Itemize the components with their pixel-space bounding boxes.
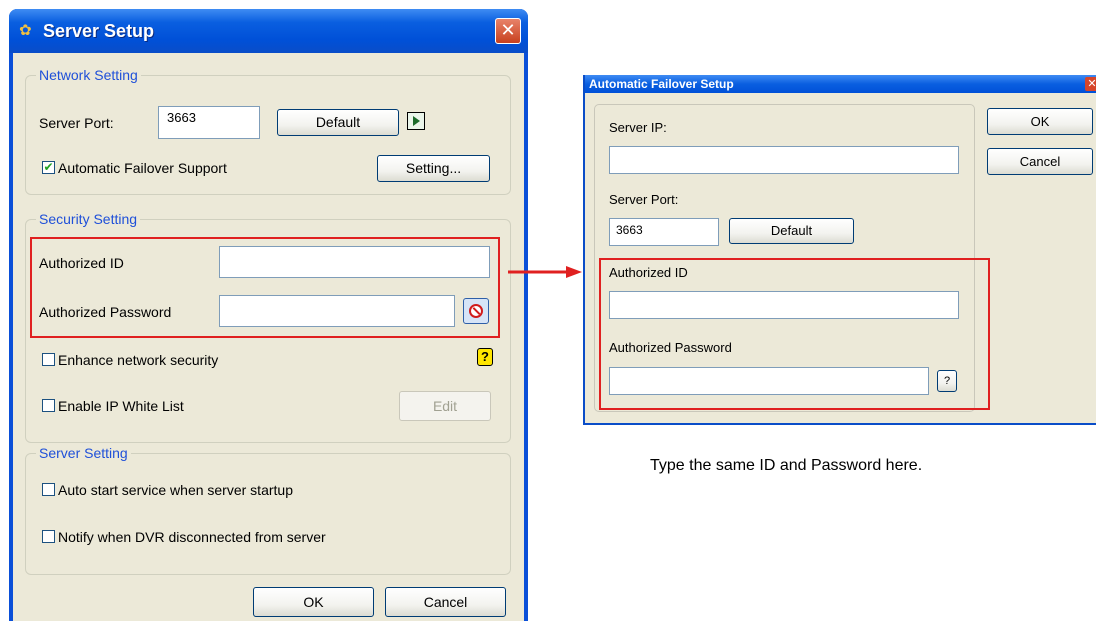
cancel-button[interactable]: Cancel xyxy=(385,587,506,617)
failover-title-bar[interactable]: Automatic Failover Setup ✕ xyxy=(585,75,1096,93)
ok-button[interactable]: OK xyxy=(253,587,374,617)
enhance-security-checkbox[interactable] xyxy=(42,353,55,366)
failover-server-port-label: Server Port: xyxy=(609,192,679,207)
window-title: Server Setup xyxy=(43,21,155,41)
failover-setup-window: Automatic Failover Setup ✕ Server IP: Se… xyxy=(583,75,1096,425)
failover-server-ip-label: Server IP: xyxy=(609,120,667,135)
failover-cancel-button[interactable]: Cancel xyxy=(987,148,1093,175)
help-icon[interactable]: ? xyxy=(477,348,493,366)
setting-button[interactable]: Setting... xyxy=(377,155,490,182)
notify-label: Notify when DVR disconnected from server xyxy=(58,529,326,545)
dialog-body: Network Setting Server Port: 3663 Defaul… xyxy=(13,53,524,621)
ip-whitelist-label: Enable IP White List xyxy=(58,398,184,414)
failover-server-port-input[interactable]: 3663 xyxy=(609,218,719,246)
notify-checkbox[interactable] xyxy=(42,530,55,543)
security-setting-legend: Security Setting xyxy=(36,210,141,228)
instruction-caption: Type the same ID and Password here. xyxy=(650,457,923,474)
network-setting-legend: Network Setting xyxy=(36,66,141,84)
server-setup-window: ✿ Server Setup ✕ Network Setting Server … xyxy=(9,9,528,621)
edit-button[interactable]: Edit xyxy=(399,391,491,421)
failover-checkbox[interactable]: ✔ xyxy=(42,161,55,174)
close-button[interactable]: ✕ xyxy=(495,18,521,44)
autostart-label: Auto start service when server startup xyxy=(58,482,293,498)
ip-whitelist-checkbox[interactable] xyxy=(42,399,55,412)
play-arrow-icon[interactable] xyxy=(407,112,425,130)
server-setting-group: Server Setting xyxy=(25,444,511,575)
server-port-input[interactable]: 3663 xyxy=(158,106,260,139)
title-bar[interactable]: ✿ Server Setup ✕ xyxy=(9,9,528,53)
autostart-checkbox[interactable] xyxy=(42,483,55,496)
failover-server-ip-input[interactable] xyxy=(609,146,959,174)
failover-window-title: Automatic Failover Setup xyxy=(589,77,734,91)
connector-arrow xyxy=(508,266,582,278)
enhance-security-label: Enhance network security xyxy=(58,352,219,368)
failover-default-button[interactable]: Default xyxy=(729,218,854,244)
highlight-box xyxy=(30,237,500,338)
failover-highlight-box xyxy=(599,258,990,410)
server-setting-legend: Server Setting xyxy=(36,444,131,462)
server-port-label: Server Port: xyxy=(39,115,114,131)
default-button[interactable]: Default xyxy=(277,109,399,136)
app-icon: ✿ xyxy=(19,22,32,39)
failover-close-button[interactable]: ✕ xyxy=(1085,77,1096,91)
failover-label: Automatic Failover Support xyxy=(58,160,227,176)
failover-ok-button[interactable]: OK xyxy=(987,108,1093,135)
